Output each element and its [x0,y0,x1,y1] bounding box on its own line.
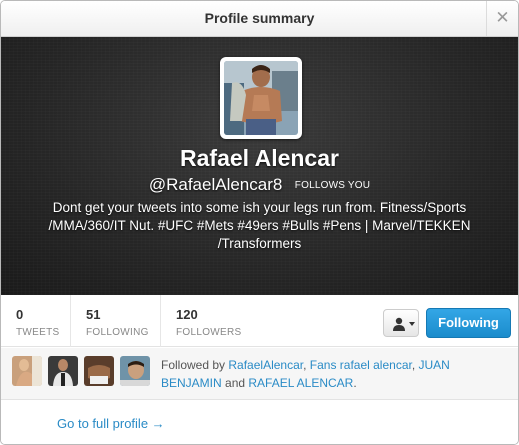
follower-avatar[interactable] [48,356,78,386]
follower-photo [48,356,78,386]
profile-photo [224,61,298,135]
following-button[interactable]: Following [426,308,511,338]
followed-by-section: Followed by RafaelAlencar, Fans rafael a… [1,348,518,400]
go-to-full-profile-link[interactable]: Go to full profile → [57,416,165,431]
following-label: FOLLOWING [86,327,149,338]
profile-avatar[interactable] [220,57,302,139]
stat-following[interactable]: 51 FOLLOWING [71,295,161,347]
dialog-title: Profile summary [204,10,315,26]
person-icon [393,317,405,331]
profile-summary-dialog: Profile summary ✕ Rafael Alencar @Rafael… [0,0,519,445]
follower-avatar[interactable] [12,356,42,386]
followed-by-text: Followed by RafaelAlencar, Fans rafael a… [161,356,511,392]
separator: , [303,358,310,372]
follower-link[interactable]: RAFAEL ALENCAR [248,376,353,390]
followed-by-prefix: Followed by [161,358,229,372]
follower-avatar[interactable] [120,356,150,386]
period: . [353,376,357,390]
follower-photo [12,356,42,386]
stat-tweets[interactable]: 0 TWEETS [1,295,71,347]
separator: , [411,358,419,372]
followers-label: FOLLOWERS [176,327,242,338]
stat-followers[interactable]: 120 FOLLOWERS [161,295,261,347]
handle-row: @RafaelAlencar8 FOLLOWS YOU [1,175,518,195]
profile-bio: Dont get your tweets into some ish your … [48,200,471,251]
followers-count: 120 [176,307,198,322]
follower-photo [120,356,150,386]
tweets-count: 0 [16,307,24,322]
tweets-label: TWEETS [16,327,60,338]
follower-link[interactable]: Fans rafael alencar [310,358,412,372]
profile-handle[interactable]: @RafaelAlencar8 [149,175,283,194]
follower-avatar[interactable] [84,356,114,386]
dialog-titlebar: Profile summary ✕ [1,1,518,37]
follows-you-badge: FOLLOWS YOU [294,180,371,191]
close-icon[interactable]: ✕ [486,1,518,36]
chevron-down-icon [409,322,415,326]
user-actions-dropdown[interactable] [383,309,419,337]
follower-photo [84,356,114,386]
profile-header: Rafael Alencar @RafaelAlencar8 FOLLOWS Y… [1,37,518,295]
follower-link[interactable]: RafaelAlencar [228,358,303,372]
profile-name: Rafael Alencar [180,145,339,171]
following-count: 51 [86,307,101,322]
dialog-footer: Go to full profile → [1,401,518,444]
and-text: and [221,376,249,390]
